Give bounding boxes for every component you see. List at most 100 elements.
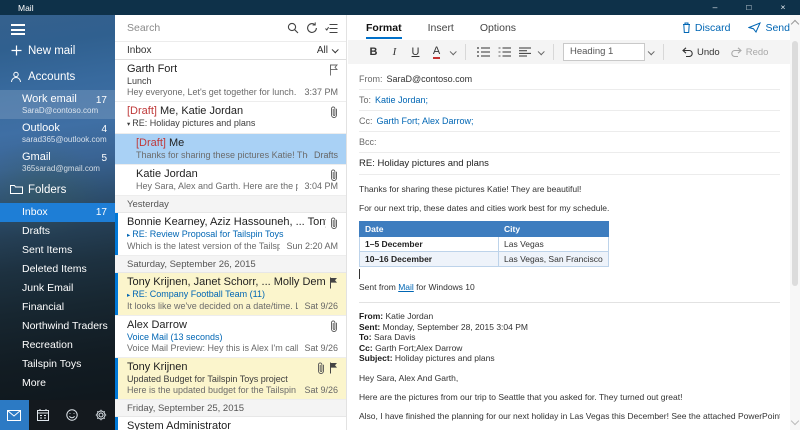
paperclip-icon xyxy=(330,217,338,229)
folder-item-northwind-traders[interactable]: Northwind Traders xyxy=(0,317,115,336)
mail-link[interactable]: Mail xyxy=(398,282,414,292)
nav-calendar-button[interactable] xyxy=(29,400,58,430)
field-label: From: xyxy=(359,69,383,89)
style-dropdown-chevron[interactable] xyxy=(648,48,655,55)
list-title: Inbox xyxy=(127,45,151,56)
subject-field[interactable]: RE: Holiday pictures and plans xyxy=(359,153,780,175)
message-sender: Me xyxy=(169,137,184,150)
send-icon xyxy=(748,22,761,33)
message-icons xyxy=(326,217,338,229)
message-preview-line: Voice Mail Preview: Hey this is Alex I'm… xyxy=(127,343,338,354)
bold-button[interactable]: B xyxy=(363,46,384,58)
font-color-button[interactable]: A xyxy=(426,45,447,59)
paragraph-more-dropdown[interactable] xyxy=(538,48,545,55)
new-mail-button[interactable]: New mail xyxy=(0,38,115,64)
scrollbar-thumb[interactable] xyxy=(792,41,798,286)
italic-button[interactable]: I xyxy=(384,46,405,58)
folder-name: Northwind Traders xyxy=(22,320,108,332)
quoted-message-divider xyxy=(359,302,780,303)
signature: Sent from Mail for Windows 10 xyxy=(359,281,780,293)
search-bar: Search xyxy=(115,15,346,42)
font-more-dropdown[interactable] xyxy=(450,48,457,55)
table-row: 10–16 DecemberLas Vegas, San Francisco xyxy=(360,252,609,267)
nav-settings-button[interactable] xyxy=(86,400,115,430)
folders-label: Folders xyxy=(28,184,66,196)
message-list-item[interactable]: Katie JordanHey Sara, Alex and Garth. He… xyxy=(115,165,346,196)
accounts-header[interactable]: Accounts xyxy=(0,64,115,90)
nav-mail-button[interactable] xyxy=(0,400,29,430)
message-list-item[interactable]: Tony KrijnenUpdated Budget for Tailspin … xyxy=(115,358,346,400)
folder-list: Inbox17 Drafts Sent ItemsDeleted ItemsJunk… xyxy=(0,203,115,393)
account-item[interactable]: Work emailSaraD@contoso.com17 xyxy=(0,90,115,119)
undo-icon xyxy=(681,47,694,57)
message-list-item[interactable]: Garth FortLunchHey everyone, Let's get t… xyxy=(115,60,346,102)
quoted-header-line: To: Sara Davis xyxy=(359,332,780,343)
scrollbar[interactable] xyxy=(790,15,800,430)
redo-button[interactable]: Redo xyxy=(724,47,769,58)
from-field[interactable]: From:SaraD@contoso.com xyxy=(359,69,780,90)
folder-item-recreation[interactable]: Recreation xyxy=(0,336,115,355)
underline-button[interactable]: U xyxy=(405,46,426,58)
message-preview: Here is the updated budget for the Tails… xyxy=(127,385,298,396)
filter-all-dropdown[interactable]: All xyxy=(317,45,337,56)
folder-item-junk-email[interactable]: Junk Email xyxy=(0,279,115,298)
message-icons xyxy=(326,320,338,332)
message-list-item[interactable]: [Draft]MeThanks for sharing these pictur… xyxy=(115,134,346,165)
search-input[interactable]: Search xyxy=(127,22,280,34)
folder-name: Recreation xyxy=(22,339,73,351)
message-preview-line: It looks like we've decided on a date/ti… xyxy=(127,301,338,312)
align-button[interactable] xyxy=(519,47,531,57)
folder-item-more[interactable]: More xyxy=(0,374,115,393)
send-button[interactable]: Send xyxy=(748,22,790,34)
tab-format[interactable]: Format xyxy=(366,17,402,39)
email-body[interactable]: Thanks for sharing these pictures Katie!… xyxy=(359,175,780,430)
numbered-list-button[interactable] xyxy=(498,47,511,57)
minimize-button[interactable]: – xyxy=(698,0,732,15)
account-item[interactable]: Gmail365sarad@gmail.com5 xyxy=(0,148,115,177)
folder-item-tailspin-toys[interactable]: Tailspin Toys xyxy=(0,355,115,374)
message-list-item[interactable]: Alex DarrowVoice Mail (13 seconds)Voice … xyxy=(115,316,346,358)
message-time: 3:37 PM xyxy=(304,87,338,98)
folder-item-sent-items[interactable]: Sent Items xyxy=(0,241,115,260)
scroll-up-arrow[interactable] xyxy=(791,20,799,28)
message-list-item[interactable]: System AdministratorYou're Now an Owner … xyxy=(115,417,346,430)
bullet-list-button[interactable] xyxy=(477,47,490,57)
message-preview: Hey Sara, Alex and Garth. Here are the p… xyxy=(136,181,298,192)
discard-button[interactable]: Discard xyxy=(682,22,731,34)
titlebar: Mail – □ × xyxy=(0,0,800,15)
select-messages-icon[interactable] xyxy=(325,23,338,34)
close-button[interactable]: × xyxy=(766,0,800,15)
folder-item-inbox[interactable]: Inbox17 xyxy=(0,203,115,222)
hamburger-menu-button[interactable] xyxy=(11,24,25,35)
message-subject: Voice Mail (13 seconds) xyxy=(127,332,338,343)
date-group-header: Friday, September 25, 2015 xyxy=(115,400,346,417)
message-list-item[interactable]: Tony Krijnen, Janet Schorr, ... Molly De… xyxy=(115,273,346,316)
message-list-item[interactable]: [Draft]Me, Katie Jordan▾RE: Holiday pict… xyxy=(115,102,346,134)
quoted-header-line: Sent: Monday, September 28, 2015 3:04 PM xyxy=(359,322,780,333)
bcc-field[interactable]: Bcc: xyxy=(359,132,780,153)
maximize-button[interactable]: □ xyxy=(732,0,766,15)
field-label: To: xyxy=(359,90,371,110)
cc-field[interactable]: Cc:Garth Fort; Alex Darrow; xyxy=(359,111,780,132)
conversation-marker-icon: ▾ xyxy=(127,121,130,128)
folder-unread-count: 17 xyxy=(96,203,107,222)
folder-item-financial[interactable]: Financial xyxy=(0,298,115,317)
account-email: 365sarad@gmail.com xyxy=(22,164,107,174)
folders-header[interactable]: Folders xyxy=(0,177,115,203)
folder-item-deleted-items[interactable]: Deleted Items xyxy=(0,260,115,279)
nav-feedback-button[interactable] xyxy=(58,400,87,430)
tab-options[interactable]: Options xyxy=(480,17,516,39)
undo-button[interactable]: Undo xyxy=(675,47,720,58)
message-list-item[interactable]: Bonnie Kearney, Aziz Hassouneh, ... Tony… xyxy=(115,213,346,256)
scroll-down-arrow[interactable] xyxy=(791,417,799,425)
to-field[interactable]: To:Katie Jordan; xyxy=(359,90,780,111)
sync-icon[interactable] xyxy=(306,22,318,34)
search-icon[interactable] xyxy=(287,22,299,34)
folder-item-drafts[interactable]: Drafts xyxy=(0,222,115,241)
style-dropdown[interactable]: Heading 1 xyxy=(563,43,645,61)
account-unread-count: 4 xyxy=(101,124,107,135)
folder-name: Drafts xyxy=(22,225,50,237)
folder-icon xyxy=(9,184,23,195)
tab-insert[interactable]: Insert xyxy=(428,17,454,39)
account-item[interactable]: Outlooksarad365@outlook.com4 xyxy=(0,119,115,148)
